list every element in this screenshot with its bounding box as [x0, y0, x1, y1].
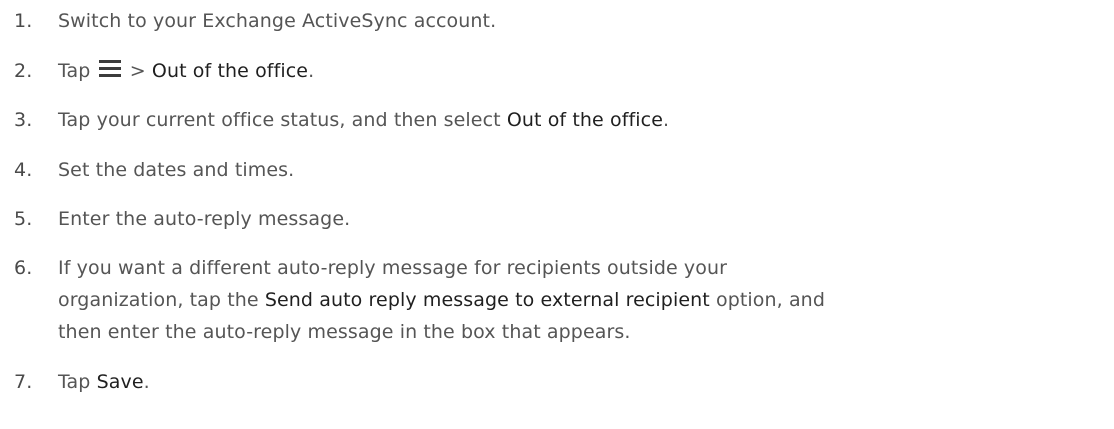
step-text: If you want a different auto-reply messa…: [58, 252, 727, 284]
step-text: organization, tap the Send auto reply me…: [58, 284, 825, 316]
step-2-menu-option: Out of the office: [151, 60, 309, 82]
instruction-steps-list: 1. Switch to your Exchange ActiveSync ac…: [0, 0, 1114, 429]
step-6-line-3: then enter the auto-reply message in the…: [58, 321, 631, 343]
step-number: 2.: [14, 60, 33, 82]
step-2-separator: >: [129, 60, 146, 82]
step-text: Tap > Out of the office.: [58, 55, 314, 87]
step-5-text: Enter the auto-reply message.: [58, 208, 351, 230]
step-2-suffix: .: [308, 60, 315, 82]
step-6-option: Send auto reply message to external reci…: [264, 289, 710, 311]
menu-icon: [98, 59, 121, 79]
step-6-line-2-suffix: option, and: [715, 289, 825, 311]
step-number: 5.: [14, 208, 33, 230]
step-6-line-2-prefix: organization, tap the: [58, 289, 259, 311]
step-7-suffix: .: [143, 371, 150, 393]
step-7-prefix: Tap: [58, 371, 91, 393]
step-text: Tap your current office status, and then…: [58, 104, 669, 136]
step-3-suffix: .: [663, 109, 670, 131]
step-text: Tap Save.: [58, 366, 150, 398]
step-7-save-label: Save: [96, 371, 144, 393]
step-text: Switch to your Exchange ActiveSync accou…: [58, 5, 496, 37]
step-number: 7.: [14, 371, 33, 393]
step-3-option: Out of the office: [506, 109, 663, 131]
step-number: 4.: [14, 159, 33, 181]
step-4-text: Set the dates and times.: [58, 159, 295, 181]
step-number: 6.: [14, 257, 33, 279]
step-2-prefix: Tap: [58, 60, 91, 82]
step-text: Enter the auto-reply message.: [58, 203, 350, 235]
step-6-line-1: If you want a different auto-reply messa…: [58, 257, 728, 279]
step-3-prefix: Tap your current office status, and then…: [58, 109, 501, 131]
step-number: 3.: [14, 109, 33, 131]
step-1-text: Switch to your Exchange ActiveSync accou…: [58, 10, 497, 32]
step-number: 1.: [14, 10, 33, 32]
step-text: Set the dates and times.: [58, 154, 294, 186]
step-text: then enter the auto-reply message in the…: [58, 316, 631, 348]
